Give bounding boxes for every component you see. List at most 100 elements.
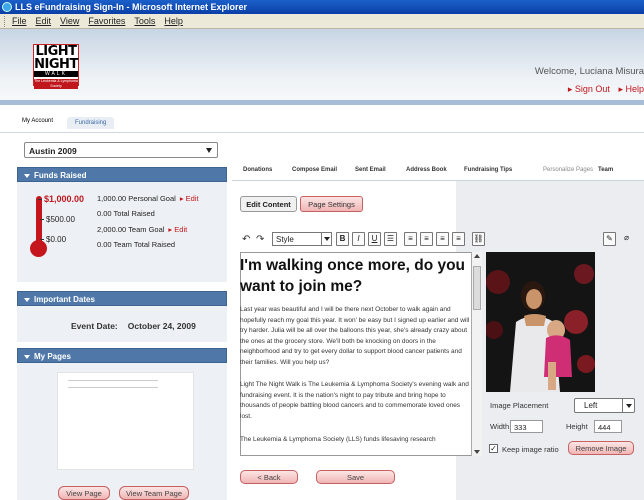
menu-help[interactable]: Help — [164, 16, 183, 26]
chevron-down-icon — [622, 399, 634, 412]
menu-edit[interactable]: Edit — [36, 16, 52, 26]
thermometer-top-label: $1,000.00 — [38, 194, 84, 204]
total-raised-text: 0.00 Total Raised — [97, 209, 155, 218]
height-label: Height — [566, 422, 588, 431]
page-heading: I'm walking once more, do you want to jo… — [240, 257, 466, 295]
menu-view[interactable]: View — [60, 16, 79, 26]
image-placement-label: Image Placement — [490, 401, 549, 410]
logo-walk-text: WALK — [34, 71, 78, 77]
tabs-divider — [232, 180, 644, 181]
collapse-triangle-icon — [24, 297, 30, 302]
collapse-triangle-icon — [24, 354, 30, 359]
bullet-list-icon[interactable]: ☰ — [384, 232, 397, 246]
width-label: Width — [490, 422, 510, 431]
eraser-icon[interactable]: ⌀ — [620, 232, 633, 246]
scroll-up-icon[interactable] — [474, 254, 480, 258]
tab-personalize-pages[interactable]: Personalize Pages — [543, 167, 593, 173]
help-link[interactable]: ▸ Help — [618, 84, 644, 94]
edit-team-goal-link[interactable]: ▸ Edit — [168, 225, 187, 234]
save-button[interactable]: Save — [316, 470, 395, 484]
bold-icon[interactable]: B — [336, 232, 349, 246]
menu-favorites[interactable]: Favorites — [88, 16, 125, 26]
edit-content-tab[interactable]: Edit Content — [240, 196, 297, 212]
personal-goal-text: 1,000.00 Personal Goal — [97, 194, 176, 203]
tab-fundraising[interactable]: Fundraising — [67, 117, 115, 129]
body-paragraph-3: The Leukemia & Lymphoma Society (LLS) fu… — [240, 436, 436, 443]
tab-my-account[interactable]: My Account — [22, 118, 53, 124]
total-raised-row: 0.00 Total Raised — [97, 209, 155, 218]
toolbar-grip-icon — [4, 15, 7, 27]
link-icon[interactable]: ⛓ — [472, 232, 485, 246]
view-team-page-button[interactable]: View Team Page — [119, 486, 189, 500]
ie-logo-icon — [2, 2, 12, 12]
welcome-text: Welcome, Luciana Misura — [534, 66, 644, 77]
page-preview-thumbnail[interactable] — [57, 372, 194, 470]
personal-goal-row: 1,000.00 Personal Goal ▸ Edit — [97, 194, 199, 203]
my-pages-header[interactable]: My Pages — [17, 348, 227, 363]
view-page-button[interactable]: View Page — [58, 486, 110, 500]
team-total-raised-text: 0.00 Team Total Raised — [97, 240, 176, 249]
thermometer-mid-label: $500.00 — [40, 215, 75, 224]
tab-fundraising-tips[interactable]: Fundraising Tips — [464, 167, 512, 173]
image-placement-value: Left — [584, 401, 598, 410]
edit-personal-goal-link[interactable]: ▸ Edit — [180, 194, 199, 203]
page-settings-tab[interactable]: Page Settings — [300, 196, 363, 212]
window-title-bar: LLS eFundraising Sign-In - Microsoft Int… — [0, 0, 644, 14]
align-center-icon[interactable]: ≡ — [420, 232, 433, 246]
important-dates-header[interactable]: Important Dates — [17, 291, 227, 306]
keep-ratio-label: Keep image ratio — [502, 445, 559, 454]
menu-file[interactable]: File — [12, 16, 27, 26]
event-date-value: October 24, 2009 — [127, 321, 196, 331]
scroll-down-icon[interactable] — [474, 450, 480, 454]
funds-raised-header[interactable]: Funds Raised — [17, 167, 227, 182]
site-header — [0, 29, 644, 100]
chevron-down-icon — [321, 233, 331, 245]
image-placement-select[interactable]: Left — [574, 398, 635, 413]
chevron-down-icon — [206, 148, 212, 153]
sign-out-link[interactable]: ▸ Sign Out — [568, 84, 610, 94]
remove-image-button[interactable]: Remove Image — [568, 441, 634, 455]
tab-donations[interactable]: Donations — [243, 167, 272, 173]
keep-ratio-checkbox[interactable]: ✓ — [489, 444, 498, 453]
editor-toolbar: ↶ ↷ Style B I U ☰ ≡ ≡ ≡ ≡ ⛓ ✎ ⌀ — [240, 232, 644, 248]
height-field[interactable]: 444 — [594, 420, 622, 433]
scroll-thumb[interactable] — [473, 266, 481, 310]
thermometer-low-label: $0.00 — [40, 235, 66, 244]
italic-icon[interactable]: I — [352, 232, 365, 246]
underline-icon[interactable]: U — [368, 232, 381, 246]
team-total-raised-row: 0.00 Team Total Raised — [97, 240, 175, 249]
width-field[interactable]: 333 — [510, 420, 543, 433]
my-pages-title: My Pages — [34, 352, 71, 361]
style-select[interactable]: Style — [272, 232, 332, 246]
page-preview-text — [68, 380, 158, 388]
tab-address-book[interactable]: Address Book — [406, 167, 447, 173]
tab-compose-email[interactable]: Compose Email — [292, 167, 337, 173]
align-right-icon[interactable]: ≡ — [436, 232, 449, 246]
collapse-triangle-icon — [24, 173, 30, 178]
redo-icon[interactable]: ↷ — [256, 234, 264, 245]
style-select-value: Style — [276, 235, 294, 244]
tab-team[interactable]: Team — [598, 167, 613, 173]
logo-society-text: The Leukemia & Lymphoma Society — [34, 79, 78, 89]
editor-scrollbar[interactable] — [471, 252, 482, 456]
personal-photo[interactable] — [486, 252, 595, 392]
sign-out-label: Sign Out — [574, 84, 610, 94]
insert-image-icon[interactable]: ✎ — [603, 232, 616, 246]
menu-tools[interactable]: Tools — [134, 16, 155, 26]
team-goal-text: 2,000.00 Team Goal — [97, 225, 165, 234]
header-links: ▸ Sign Out ▸ Help — [562, 84, 644, 95]
justify-icon[interactable]: ≡ — [452, 232, 465, 246]
funds-raised-title: Funds Raised — [34, 171, 87, 180]
undo-icon[interactable]: ↶ — [242, 234, 250, 245]
align-left-icon[interactable]: ≡ — [404, 232, 417, 246]
window-title: LLS eFundraising Sign-In - Microsoft Int… — [15, 2, 248, 12]
fundraising-tabs: Donations Compose Email Sent Email Addre… — [232, 165, 644, 178]
light-the-night-logo[interactable]: LIGHT NIGHT WALK The Leukemia & Lymphoma… — [33, 44, 79, 89]
back-button[interactable]: < Back — [240, 470, 298, 484]
body-paragraph-1: Last year was beautiful and I will be th… — [240, 306, 470, 366]
tab-sent-email[interactable]: Sent Email — [355, 167, 386, 173]
campaign-select[interactable]: Austin 2009 — [24, 142, 218, 158]
body-paragraph-2: Light The Night Walk is The Leukemia & L… — [240, 381, 469, 420]
campaign-value: Austin 2009 — [29, 146, 77, 156]
team-goal-row: 2,000.00 Team Goal ▸ Edit — [97, 225, 187, 234]
